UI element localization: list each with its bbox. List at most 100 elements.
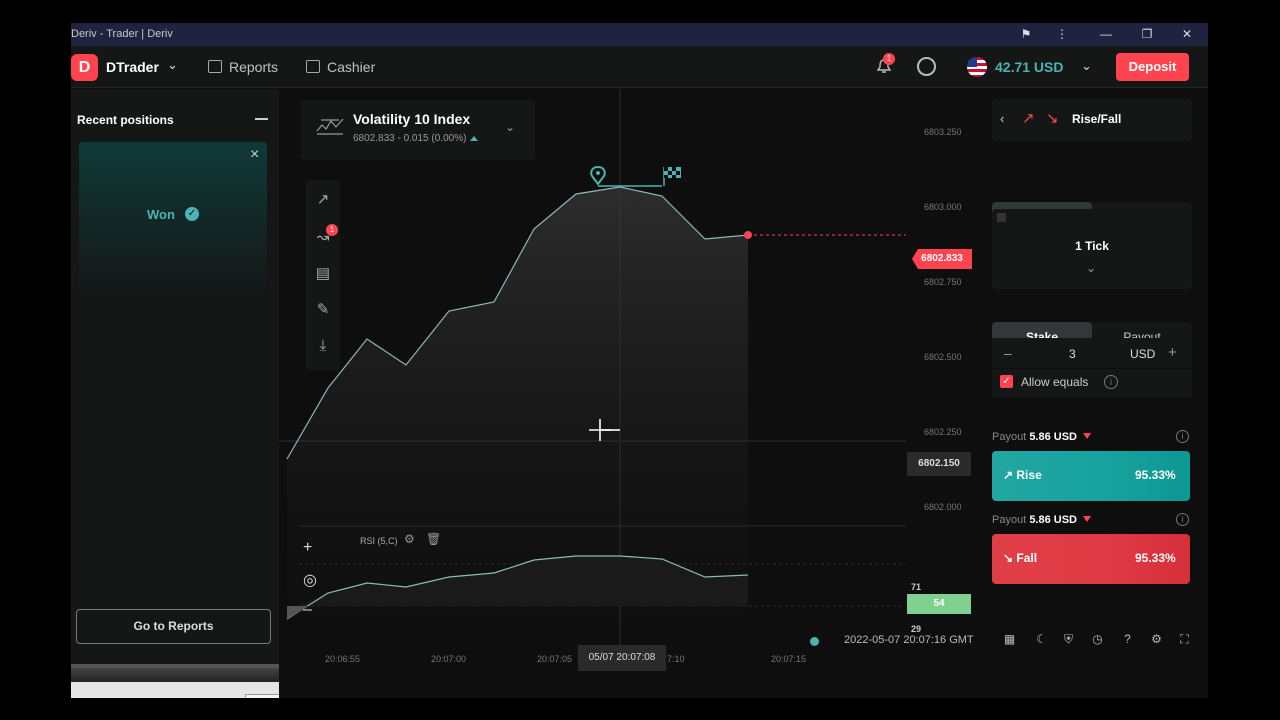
x-label: 20:07:00 bbox=[431, 654, 467, 664]
volatility-index-icon bbox=[316, 118, 344, 135]
chart-toolbar: ↗ ↝ 1 ▤ ✎ ⤓ bbox=[306, 180, 340, 370]
reset-zoom-icon[interactable]: ◎ bbox=[303, 570, 317, 590]
info-icon[interactable]: i bbox=[1176, 513, 1189, 526]
fall-percent: 95.33% bbox=[1135, 551, 1176, 565]
fullscreen-icon[interactable]: ⛶ bbox=[1177, 632, 1192, 647]
position-card[interactable]: × Won ✓ bbox=[79, 142, 267, 292]
fall-payout-value: 5.86 USD bbox=[1029, 514, 1078, 526]
restore-icon[interactable]: ❐ bbox=[1138, 26, 1156, 43]
entry-marker-icon bbox=[590, 165, 606, 186]
fall-payout: Payout 5.86 USD bbox=[992, 514, 1092, 526]
nav-cashier[interactable]: Cashier bbox=[306, 59, 375, 75]
payout-down-icon bbox=[1083, 433, 1092, 439]
connection-status-dot bbox=[810, 637, 819, 646]
contract-type-selector[interactable]: ‹ ↗ ↘ Rise/Fall bbox=[992, 99, 1192, 141]
deriv-logo-icon[interactable]: D bbox=[71, 54, 98, 81]
nav-reports[interactable]: Reports bbox=[208, 59, 278, 75]
zoom-out-icon[interactable]: – bbox=[303, 601, 312, 619]
y-label: 6802.750 bbox=[924, 277, 962, 287]
go-to-reports-button[interactable]: Go to Reports bbox=[76, 609, 271, 644]
up-arrow-icon bbox=[470, 136, 479, 141]
rsi-indicator-label: RSI (5,C) bbox=[360, 536, 398, 546]
stake-value[interactable]: 3 bbox=[1069, 347, 1076, 361]
position-status: Won bbox=[147, 207, 175, 222]
rise-payout: Payout 5.86 USD bbox=[992, 431, 1092, 443]
title-bar: Deriv - Trader | Deriv ⚑ ⋮ — ❐ ✕ bbox=[71, 23, 1208, 46]
y-label: 6802.500 bbox=[924, 352, 962, 362]
nav-cashier-label: Cashier bbox=[327, 59, 376, 75]
chart-area[interactable]: Volatility 10 Index 6802.833 - 0.015 (0.… bbox=[279, 89, 976, 698]
minimize-icon[interactable]: — bbox=[1097, 26, 1115, 43]
rsi-value-tag: 54 bbox=[907, 594, 971, 614]
rsi-level-label: 71 bbox=[911, 582, 922, 592]
contract-type-label: Rise/Fall bbox=[1072, 112, 1122, 126]
theme-icon[interactable]: ☾ bbox=[1034, 632, 1049, 647]
deposit-button[interactable]: Deposit bbox=[1116, 53, 1189, 81]
account-icon[interactable] bbox=[917, 57, 936, 76]
rise-payout-value: 5.86 USD bbox=[1029, 431, 1078, 443]
fall-payout-label: Payout bbox=[992, 514, 1027, 526]
rise-button[interactable]: ↗ Rise 95.33% bbox=[992, 451, 1190, 501]
symbol-name: Volatility 10 Index bbox=[353, 111, 471, 127]
fall-button[interactable]: ↘ Fall 95.33% bbox=[992, 534, 1190, 584]
extensions-icon[interactable]: ⚑ bbox=[1017, 26, 1035, 43]
y-label: 6802.250 bbox=[924, 427, 962, 437]
settings-icon[interactable]: ⚙ bbox=[1149, 632, 1164, 647]
y-label: 6802.000 bbox=[924, 502, 962, 512]
x-label: 20:07:15 bbox=[771, 654, 807, 664]
us-flag-icon[interactable] bbox=[967, 57, 987, 77]
allow-equals-label: Allow equals bbox=[1021, 375, 1089, 389]
reports-icon bbox=[208, 60, 222, 73]
y-label: 6803.250 bbox=[924, 127, 962, 137]
crosshair-price-tag: 6802.150 bbox=[907, 452, 971, 476]
fall-label: Fall bbox=[1016, 551, 1038, 565]
currency-label: USD bbox=[1130, 347, 1156, 361]
allow-equals-checkbox[interactable]: ✓ bbox=[1000, 375, 1013, 388]
exit-flag-icon bbox=[663, 167, 681, 186]
trade-params-panel: ‹ ↗ ↘ Rise/Fall Ticks Minutes 1 Tick ⌄ S… bbox=[986, 89, 1196, 629]
market-selector[interactable]: Volatility 10 Index 6802.833 - 0.015 (0.… bbox=[301, 100, 535, 160]
chevron-down-icon[interactable]: ⌄ bbox=[505, 120, 515, 134]
chevron-down-icon[interactable]: ⌄ bbox=[167, 57, 178, 73]
stake-input[interactable]: – 3 USD + bbox=[992, 338, 1192, 368]
allow-equals-row[interactable]: ✓ Allow equals i bbox=[992, 369, 1192, 397]
close-window-icon[interactable]: ✕ bbox=[1178, 26, 1196, 43]
platform-switcher[interactable]: DTrader bbox=[106, 59, 159, 75]
duration-selector[interactable]: 1 Tick ⌄ bbox=[992, 209, 1192, 289]
rise-arrow-icon: ↗ bbox=[1022, 110, 1035, 127]
duration-marker bbox=[997, 213, 1006, 222]
rsi-delete-icon[interactable]: 🗑 bbox=[426, 532, 441, 546]
duration-value: 1 Tick bbox=[1075, 239, 1109, 253]
info-icon[interactable]: i bbox=[1176, 430, 1189, 443]
collapse-icon[interactable] bbox=[255, 118, 268, 120]
window-title: Deriv - Trader | Deriv bbox=[71, 28, 173, 40]
top-header: D DTrader ⌄ Reports Cashier 1 42.71 USD … bbox=[71, 46, 1208, 88]
speed-icon[interactable]: ◷ bbox=[1090, 632, 1105, 647]
server-time: 2022-05-07 20:07:16 GMT bbox=[844, 634, 974, 646]
account-balance[interactable]: 42.71 USD bbox=[995, 59, 1063, 75]
drawing-tools-icon[interactable]: ✎ bbox=[313, 300, 333, 320]
recent-positions-title: Recent positions bbox=[77, 113, 174, 127]
price-chart bbox=[279, 89, 906, 649]
zoom-in-icon[interactable]: + bbox=[303, 539, 312, 557]
decrement-icon[interactable]: – bbox=[1004, 345, 1012, 361]
chart-type-icon[interactable]: ▤ bbox=[313, 264, 333, 284]
back-chevron-icon[interactable]: ‹ bbox=[1000, 111, 1004, 126]
close-position-icon[interactable]: × bbox=[250, 146, 259, 164]
download-icon[interactable]: ⤓ bbox=[313, 336, 333, 356]
x-label: 7:10 bbox=[667, 654, 685, 664]
increment-icon[interactable]: + bbox=[1168, 344, 1177, 361]
symbol-quote-text: 6802.833 - 0.015 (0.00%) bbox=[353, 133, 467, 144]
chevron-down-icon[interactable]: ⌄ bbox=[1086, 261, 1096, 275]
shield-icon[interactable]: ⛨ bbox=[1061, 632, 1076, 647]
chat-icon[interactable]: ▦ bbox=[1002, 632, 1017, 647]
chart-interval-icon[interactable]: ↗ bbox=[313, 190, 333, 210]
rsi-level-label: 29 bbox=[911, 624, 922, 634]
help-icon[interactable]: ? bbox=[1120, 632, 1135, 647]
x-label: 20:07:05 bbox=[537, 654, 573, 664]
rsi-settings-icon[interactable]: ⚙ bbox=[404, 532, 418, 546]
menu-dots-icon[interactable]: ⋮ bbox=[1053, 26, 1071, 43]
info-icon[interactable]: i bbox=[1104, 375, 1118, 389]
account-chevron-icon[interactable]: ⌄ bbox=[1081, 58, 1092, 74]
app-window: Deriv - Trader | Deriv ⚑ ⋮ — ❐ ✕ D DTrad… bbox=[71, 23, 1208, 698]
